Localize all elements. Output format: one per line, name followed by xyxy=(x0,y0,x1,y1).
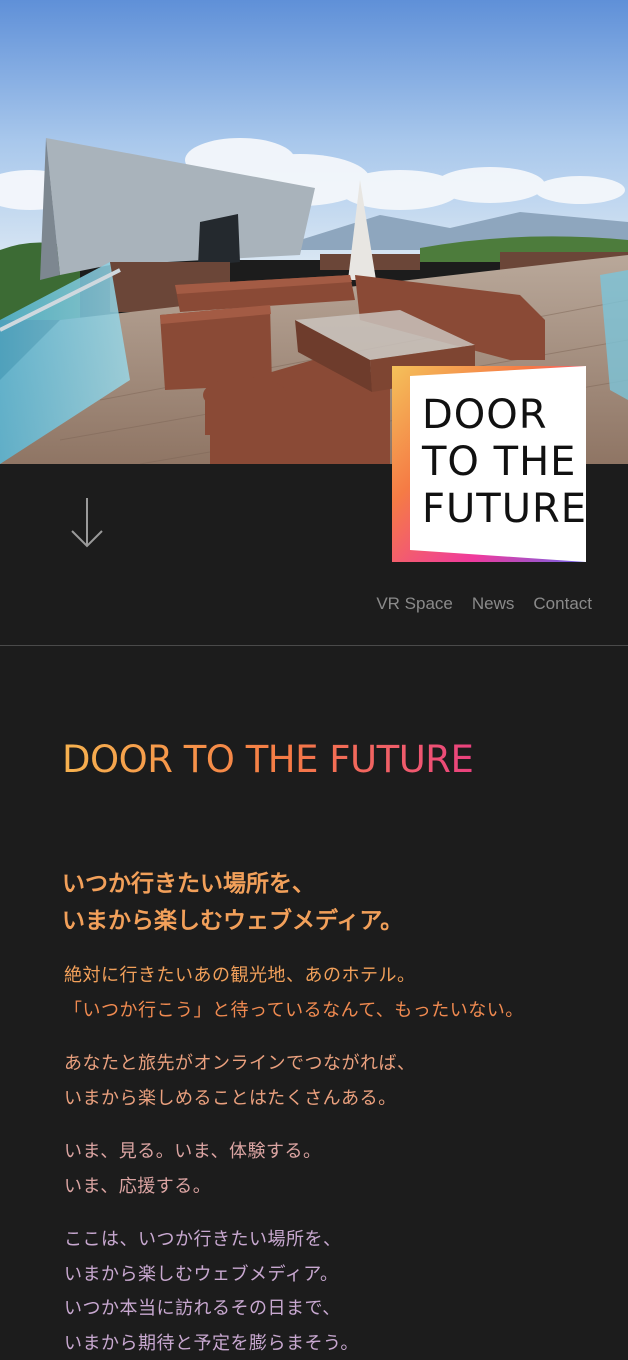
page: DOOR TO THE FUTURE VR Space News Contact… xyxy=(0,0,628,1360)
paragraph: 絶対に行きたいあの観光地、あのホテル。 「いつか行こう」と待っているなんて、もっ… xyxy=(64,959,524,1028)
brand-logo[interactable]: DOOR TO THE FUTURE xyxy=(392,366,586,562)
paragraph-line: いまから楽しむウェブメディア。 xyxy=(64,1263,339,1285)
main-nav: VR Space News Contact xyxy=(376,594,592,614)
nav-item-vr-space[interactable]: VR Space xyxy=(376,594,453,614)
paragraph-line: あなたと旅先がオンラインでつながれば、 xyxy=(64,1053,416,1074)
paragraph-line: いまから楽しめることはたくさんある。 xyxy=(64,1087,397,1109)
lead-text: いつか行きたい場所を、 いまから楽しむウェブメディア。 xyxy=(62,866,403,940)
paragraph-line: いま、見る。いま、体験する。 xyxy=(64,1141,322,1162)
paragraph: ここは、いつか行きたい場所を、 いまから楽しむウェブメディア。 いつか本当に訪れ… xyxy=(64,1223,359,1360)
paragraph-line: ここは、いつか行きたい場所を、 xyxy=(64,1229,342,1250)
divider xyxy=(0,645,628,646)
lead-line: いまから楽しむウェブメディア。 xyxy=(62,908,404,934)
paragraph-line: いま、応援する。 xyxy=(64,1175,212,1197)
paragraph: いま、見る。いま、体験する。 いま、応援する。 xyxy=(64,1135,322,1204)
paragraph-line: 「いつか行こう」と待っているなんて、もったいない。 xyxy=(64,999,524,1021)
lead-line: いつか行きたい場所を、 xyxy=(62,871,315,897)
paragraph-line: いつか本当に訪れるその日まで、 xyxy=(64,1298,341,1319)
paragraph-line: 絶対に行きたいあの観光地、あのホテル。 xyxy=(64,965,416,986)
paragraph-line: いまから期待と予定を膨らまそう。 xyxy=(64,1332,359,1354)
arrow-down-icon[interactable] xyxy=(66,494,108,550)
page-title: DOOR TO THE FUTURE xyxy=(62,738,474,781)
logo-line: FUTURE xyxy=(422,486,588,532)
logo-line: TO THE xyxy=(422,439,577,485)
paragraph: あなたと旅先がオンラインでつながれば、 いまから楽しめることはたくさんある。 xyxy=(64,1047,416,1116)
nav-item-news[interactable]: News xyxy=(472,594,515,614)
logo-wordmark: DOOR TO THE FUTURE xyxy=(422,392,592,533)
nav-item-contact[interactable]: Contact xyxy=(533,594,592,614)
logo-line: DOOR xyxy=(422,392,548,438)
